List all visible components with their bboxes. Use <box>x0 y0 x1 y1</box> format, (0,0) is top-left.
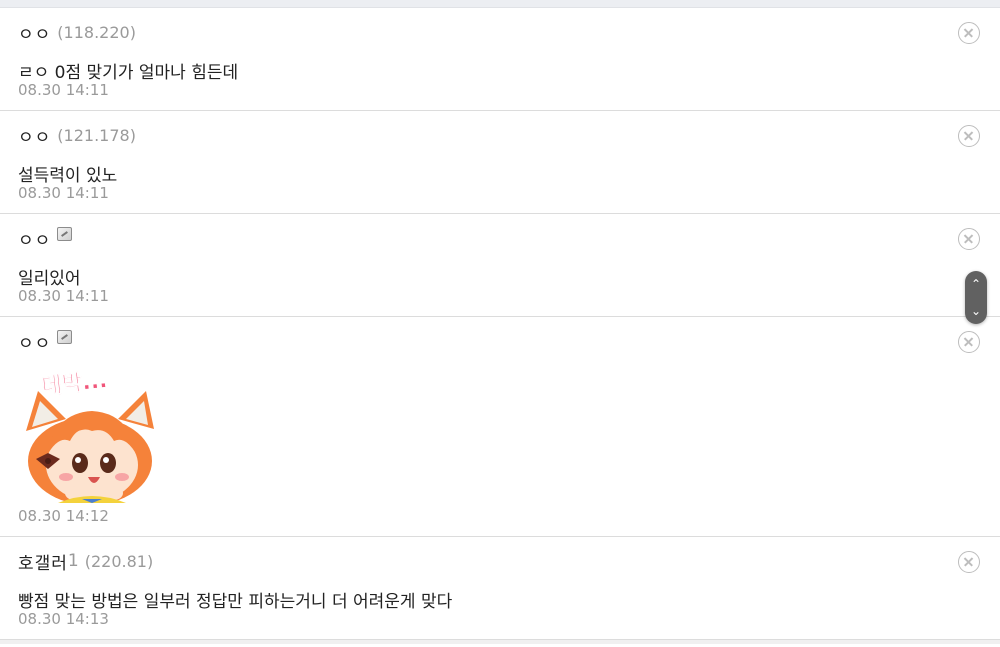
top-divider-bar <box>0 0 1000 8</box>
comment-list-page: ㅇㅇ (118.220) ㄹㅇ 0점 맞기가 얼마나 힘든데 08.30 14:… <box>0 0 1000 647</box>
comment-timestamp: 08.30 14:11 <box>18 184 109 202</box>
comment-nickname[interactable]: ㅇㅇ <box>18 20 51 45</box>
scroll-control: ⌃ ⌄ <box>965 271 987 324</box>
comment-author-row: ㅇㅇ <box>18 329 73 354</box>
comment-nickname-suffix: 1 <box>67 551 79 571</box>
sticker-caption: 데박... <box>41 368 109 400</box>
comment-item: 호갤러 1 (220.81) 빵점 맞는 방법은 일부러 정답만 피하는거니 더 … <box>0 537 1000 640</box>
comment-text: ㄹㅇ 0점 맞기가 얼마나 힘든데 <box>18 63 239 83</box>
delete-comment-icon[interactable] <box>958 331 980 353</box>
comment-item: ㅇㅇ 일리있어 08.30 14:11 <box>0 214 1000 317</box>
comment-ip: (118.220) <box>57 22 136 42</box>
comment-nickname[interactable]: ㅇㅇ <box>18 123 51 148</box>
comment-ip: (121.178) <box>57 125 136 145</box>
comment-text: 빵점 맞는 방법은 일부러 정답만 피하는거니 더 어려운게 맞다 <box>18 592 453 612</box>
comment-ip: (220.81) <box>84 551 154 571</box>
comment-timestamp: 08.30 14:11 <box>18 287 109 305</box>
comment-timestamp: 08.30 14:13 <box>18 610 109 628</box>
comment-author-row: ㅇㅇ (121.178) <box>18 123 136 148</box>
fixed-nick-badge-icon <box>57 330 73 344</box>
scroll-up-icon[interactable]: ⌃ <box>965 271 987 297</box>
comment-author-row: 호갤러 1 (220.81) <box>18 549 154 574</box>
delete-comment-icon[interactable] <box>958 228 980 250</box>
delete-comment-icon[interactable] <box>958 22 980 44</box>
fixed-nick-badge-icon <box>57 227 73 241</box>
comment-author-row: ㅇㅇ (118.220) <box>18 20 136 45</box>
comment-nickname[interactable]: ㅇㅇ <box>18 329 51 354</box>
delete-comment-icon[interactable] <box>958 125 980 147</box>
comment-author-row: ㅇㅇ <box>18 226 73 251</box>
comment-timestamp: 08.30 14:12 <box>18 507 109 525</box>
comment-item: ㅇㅇ 데박... 08.30 14:12 <box>0 317 1000 537</box>
comment-timestamp: 08.30 14:11 <box>18 81 109 99</box>
scroll-down-icon[interactable]: ⌄ <box>965 298 987 324</box>
bottom-divider-strip <box>0 640 1000 644</box>
comment-text: 일리있어 <box>18 269 81 289</box>
cat-girl-sticker-image: 데박... <box>26 368 154 503</box>
delete-comment-icon[interactable] <box>958 551 980 573</box>
comment-text: 설득력이 있노 <box>18 166 118 186</box>
comment-item: ㅇㅇ (121.178) 설득력이 있노 08.30 14:11 <box>0 111 1000 214</box>
comment-nickname[interactable]: ㅇㅇ <box>18 226 51 251</box>
comment-item: ㅇㅇ (118.220) ㄹㅇ 0점 맞기가 얼마나 힘든데 08.30 14:… <box>0 8 1000 111</box>
comment-nickname[interactable]: 호갤러 <box>18 549 68 574</box>
